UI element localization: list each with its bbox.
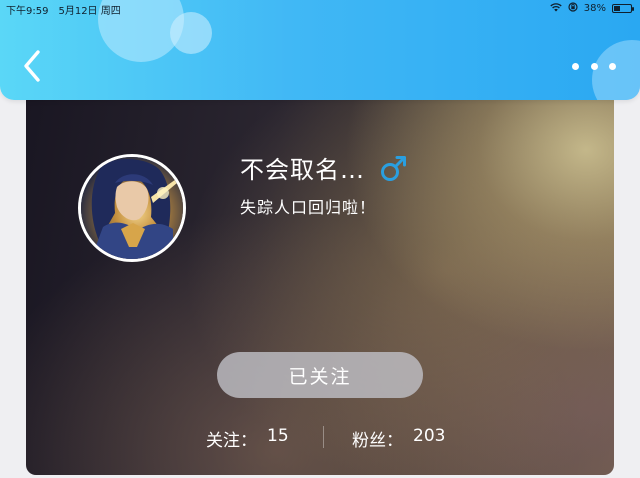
avatar[interactable] [78, 154, 186, 262]
fans-count: 203 [413, 426, 446, 446]
decorative-bubble [170, 12, 212, 54]
stats-bar: 关注： 15 粉丝： 203 [26, 424, 614, 451]
username: 不会取名… [240, 156, 365, 184]
fans-label: 粉丝： [352, 431, 403, 451]
stats-divider [323, 426, 324, 448]
following-label: 关注： [206, 431, 257, 451]
fans-stat[interactable]: 粉丝： 203 [352, 426, 445, 451]
male-symbol-icon [381, 155, 406, 181]
wifi-icon [550, 2, 562, 15]
followed-button[interactable]: 已关注 [217, 352, 423, 398]
profile-card: 不会取名… 失踪人口回归啦！ 已关注 关注： 15 粉丝： 203 [26, 70, 614, 475]
following-count: 15 [267, 426, 289, 446]
status-time: 下午9:59 [6, 6, 49, 17]
chevron-left-icon [24, 50, 40, 82]
ellipsis-icon [609, 62, 616, 70]
ellipsis-icon [572, 62, 579, 70]
avatar-image [81, 157, 183, 259]
ellipsis-icon [590, 62, 598, 70]
following-stat[interactable]: 关注： 15 [206, 426, 289, 451]
user-signature: 失踪人口回归啦！ [240, 198, 377, 217]
back-button[interactable] [18, 46, 48, 86]
profile-page: 下午9:59 5月12日 周四 38% 不会取名… 失踪人口回归啦！ 已关注 关… [0, 0, 640, 478]
more-options-button[interactable] [572, 56, 616, 76]
battery-percent: 38% [583, 3, 606, 14]
battery-level [614, 6, 620, 11]
status-bar: 下午9:59 5月12日 周四 38% [0, 0, 640, 18]
status-date: 5月12日 周四 [58, 6, 121, 17]
battery-icon [612, 4, 634, 13]
rotation-lock-icon [568, 2, 578, 15]
